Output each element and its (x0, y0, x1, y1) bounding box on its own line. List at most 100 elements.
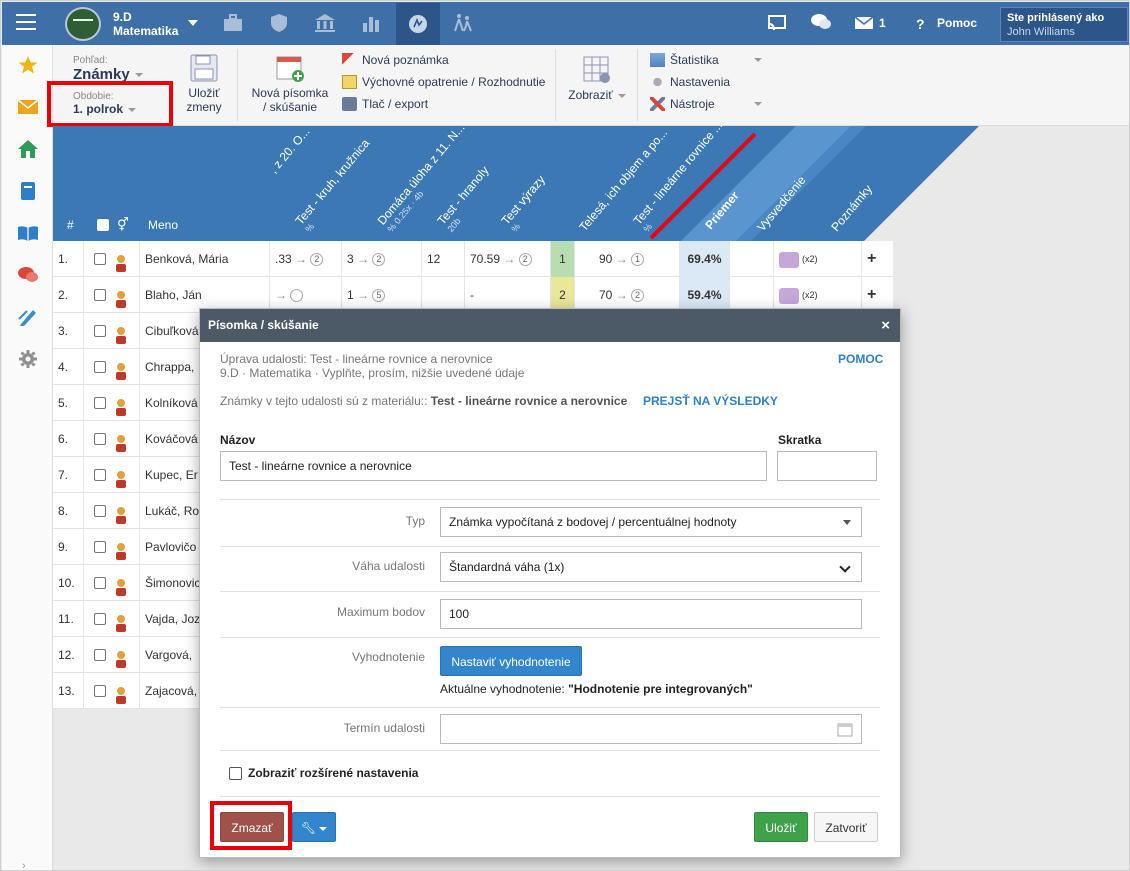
save-changes-button[interactable]: Uložiť zmeny (181, 53, 227, 114)
abbr-input[interactable] (777, 451, 877, 481)
go-to-results-link[interactable]: PREJSŤ NA VÝSLEDKY (643, 394, 778, 408)
help-link[interactable]: Pomoc (937, 16, 977, 30)
notes-cell[interactable]: (x2) (774, 241, 862, 277)
row-checkbox[interactable] (94, 541, 106, 553)
dialog-title-bar: Písomka / skúšanie × (200, 309, 900, 342)
row-select-cell (84, 673, 140, 709)
statistics-menu[interactable]: Štatistika (650, 53, 762, 67)
grade-cell[interactable]: 1 (551, 241, 575, 277)
set-evaluation-button[interactable]: Nastaviť vyhodnotenie (440, 646, 582, 676)
messages-icon[interactable] (17, 265, 39, 285)
gear-icon[interactable] (17, 349, 39, 369)
class-logo-icon[interactable] (65, 7, 101, 41)
display-button[interactable]: Zobraziť (567, 55, 627, 102)
table-row[interactable]: 1. Benková, Mária .33 → 23 → 2 12 70.59 → 21… (53, 241, 893, 277)
row-checkbox[interactable] (94, 505, 106, 517)
printer-icon (342, 97, 357, 111)
edu-measure-link[interactable]: Výchovné opatrenie / Rozhodnutie (342, 75, 545, 89)
briefcase-icon[interactable] (222, 13, 244, 33)
max-points-input[interactable]: 100 (440, 599, 862, 629)
row-checkbox[interactable] (94, 289, 106, 301)
bag-icon (779, 287, 799, 304)
row-checkbox[interactable] (94, 433, 106, 445)
row-checkbox[interactable] (94, 397, 106, 409)
student-avatar-icon (114, 286, 128, 308)
num-header: # (67, 218, 74, 232)
students-walking-icon[interactable] (452, 13, 474, 33)
new-note-link[interactable]: Nová poznámka (342, 53, 449, 67)
row-number: 8. (53, 493, 84, 529)
row-checkbox[interactable] (94, 685, 106, 697)
student-avatar-icon (114, 430, 128, 452)
row-checkbox[interactable] (94, 361, 106, 373)
select-all-checkbox[interactable] (97, 219, 109, 231)
date-input[interactable] (440, 714, 862, 744)
new-test-button[interactable]: Nová písomka / skúšanie (249, 53, 331, 114)
row-checkbox[interactable] (94, 613, 106, 625)
row-checkbox[interactable] (94, 577, 106, 589)
tab-grades-selected[interactable] (396, 3, 440, 45)
menu-icon[interactable] (16, 14, 36, 30)
student-avatar-icon (114, 610, 128, 632)
add-note-button[interactable]: + (862, 241, 893, 277)
student-avatar-icon (114, 250, 128, 272)
expand-sidebar-icon[interactable]: › (22, 860, 26, 870)
row-number: 2. (53, 277, 84, 313)
grade-cell[interactable]: .33 → 2 (270, 241, 342, 277)
help-link[interactable]: POMOC (838, 352, 883, 366)
student-avatar-icon (114, 466, 128, 488)
new-test-line1: Nová písomka (251, 86, 329, 100)
type-select[interactable]: Známka vypočítaná z bodovej / percentuál… (440, 507, 862, 537)
print-export-link[interactable]: Tlač / export (342, 97, 428, 111)
help-icon[interactable]: ? (916, 16, 925, 32)
user-box[interactable]: Ste prihlásený ako John Williams (1000, 7, 1128, 42)
star-icon[interactable] (17, 55, 39, 75)
edit-event-line: Úprava udalosti: Test - lineárne rovnice… (220, 352, 493, 366)
cast-icon[interactable] (767, 14, 787, 32)
advanced-settings-checkbox[interactable] (229, 767, 242, 780)
row-checkbox[interactable] (94, 469, 106, 481)
row-checkbox[interactable] (94, 253, 106, 265)
name-input[interactable]: Test - lineárne rovnice a nerovnice (220, 451, 767, 481)
tools-dropdown-button[interactable]: 🔧︎ (292, 812, 336, 842)
chevron-down-icon[interactable] (188, 20, 198, 26)
row-select-cell (84, 241, 140, 277)
grade-cell[interactable]: 90 → 1 (594, 241, 680, 277)
calendar-icon[interactable] (837, 721, 853, 737)
display-label: Zobraziť (568, 88, 613, 102)
weight-select[interactable]: Štandardná váha (1x) (440, 552, 862, 582)
current-evaluation-value: "Hodnotenie pre integrovaných" (568, 682, 753, 696)
average-cell: 69.4% (680, 241, 730, 277)
grade-cell[interactable]: 70.59 → 2 (465, 241, 551, 277)
bag-icon (779, 251, 799, 268)
pen-icon[interactable] (17, 307, 39, 327)
row-select-cell (84, 313, 140, 349)
settings-menu[interactable]: Nastavenia (650, 75, 730, 89)
shield-icon[interactable] (268, 13, 290, 33)
chat-icon[interactable] (810, 13, 832, 32)
grade-cell[interactable]: 3 → 2 (342, 241, 422, 277)
class-selector[interactable]: 9.D Matematika (113, 10, 178, 38)
student-avatar-icon (114, 682, 128, 704)
school-icon[interactable] (314, 13, 336, 33)
save-button[interactable]: Uložiť (754, 812, 808, 842)
advanced-settings-label[interactable]: Zobraziť rozšírené nastavenia (248, 766, 418, 780)
book-open-icon[interactable] (17, 223, 39, 243)
message-count[interactable]: 1 (879, 16, 886, 30)
mail-icon[interactable] (854, 16, 874, 30)
notebook-icon[interactable] (17, 181, 39, 201)
chart-icon[interactable] (360, 13, 382, 33)
report-cell[interactable] (730, 241, 774, 277)
row-checkbox[interactable] (94, 649, 106, 661)
student-name[interactable]: Benková, Mária (140, 241, 270, 277)
close-button[interactable]: Zatvoriť (814, 812, 878, 842)
mail-icon[interactable] (17, 97, 39, 117)
evaluation-label: Vyhodnotenie (352, 650, 425, 664)
home-icon[interactable] (17, 139, 39, 159)
close-icon[interactable]: × (881, 309, 890, 342)
row-checkbox[interactable] (94, 325, 106, 337)
row-number: 7. (53, 457, 84, 493)
tools-menu[interactable]: Nástroje (650, 97, 762, 111)
grade-cell[interactable]: 12 (422, 241, 465, 277)
grades-header: # ⚥ Meno , z 20. O... Test - kruh, kružn… (53, 126, 1129, 241)
